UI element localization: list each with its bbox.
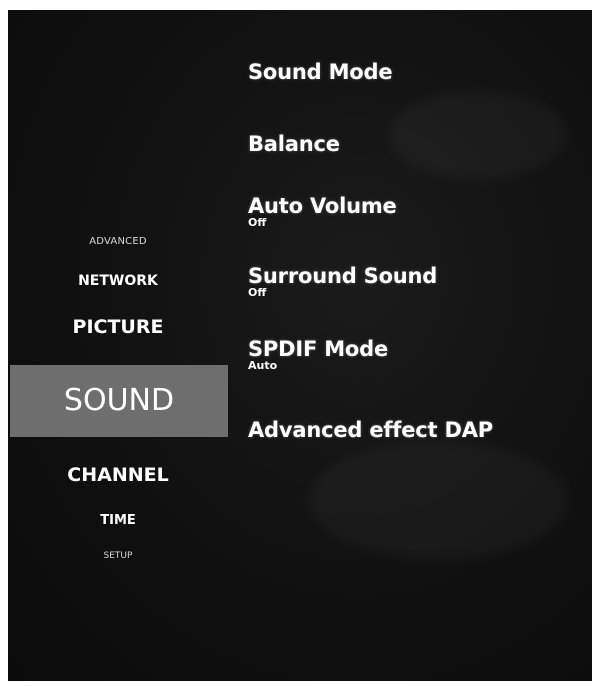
background-blur <box>308 440 568 560</box>
setting-label: Sound Mode <box>248 60 393 84</box>
setting-label: SPDIF Mode <box>248 337 389 361</box>
setting-surround-sound[interactable]: Surround Sound Off <box>248 264 437 299</box>
setting-spdif-mode[interactable]: SPDIF Mode Auto <box>248 337 388 372</box>
setting-balance[interactable]: Balance <box>248 132 340 156</box>
tv-menu-screen: ADVANCED NETWORK PICTURE SOUND CHANNEL T… <box>8 10 592 681</box>
setting-sound-mode[interactable]: Sound Mode <box>248 60 393 84</box>
setting-label: Surround Sound <box>248 264 438 288</box>
category-setup[interactable]: SETUP <box>8 551 228 561</box>
setting-label: Balance <box>248 132 340 156</box>
category-picture[interactable]: PICTURE <box>8 316 228 338</box>
category-sound-selected[interactable]: SOUND <box>10 365 228 437</box>
setting-auto-volume[interactable]: Auto Volume Off <box>248 194 397 229</box>
setting-label: Auto Volume <box>248 194 397 218</box>
category-channel[interactable]: CHANNEL <box>8 464 228 486</box>
category-advanced[interactable]: ADVANCED <box>8 236 228 247</box>
category-time[interactable]: TIME <box>8 513 228 528</box>
setting-advanced-effect-dap[interactable]: Advanced effect DAP <box>248 418 493 442</box>
background-blur <box>388 90 568 180</box>
category-network[interactable]: NETWORK <box>8 273 228 289</box>
setting-label: Advanced effect DAP <box>248 418 493 442</box>
